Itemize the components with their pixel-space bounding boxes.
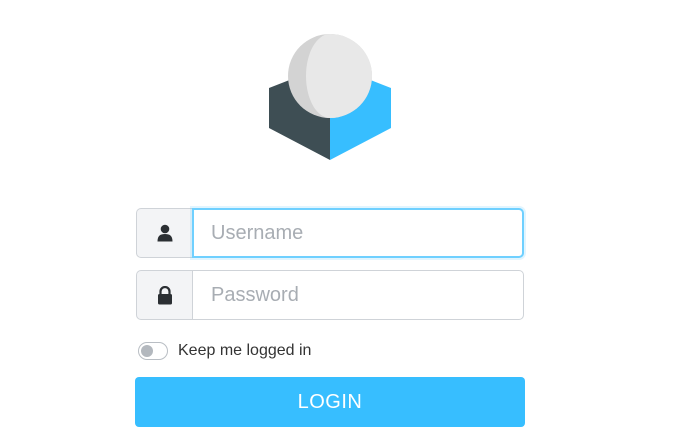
lock-icon [136,270,192,320]
username-input[interactable] [192,208,524,258]
login-button[interactable]: LOGIN [135,377,525,427]
roundcube-logo-icon [269,34,391,160]
password-input[interactable] [192,270,524,320]
toggle-knob [141,345,153,357]
login-page: Keep me logged in LOGIN [0,0,680,436]
remember-me-label[interactable]: Keep me logged in [178,342,311,360]
password-row [136,270,524,320]
remember-me: Keep me logged in [138,340,311,362]
username-row [136,208,524,258]
remember-me-toggle[interactable] [138,342,168,360]
user-icon [136,208,192,258]
